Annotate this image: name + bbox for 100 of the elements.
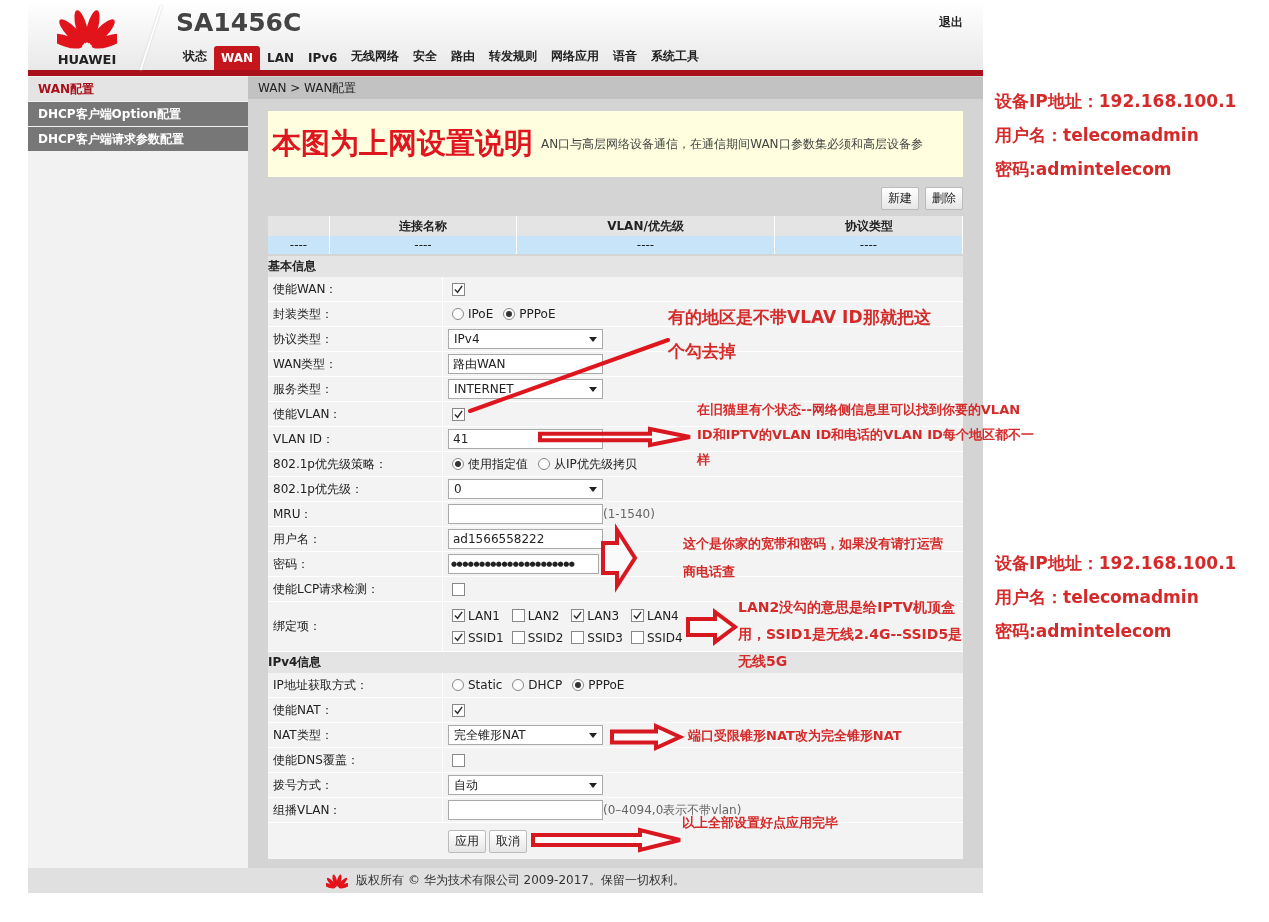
- field-label: 组播VLAN：: [273, 801, 342, 819]
- input-field[interactable]: 路由WAN: [448, 354, 603, 374]
- field-label: 服务类型：: [273, 380, 333, 398]
- checkbox[interactable]: [511, 631, 525, 644]
- field-label: 802.1p优先级策略：: [273, 455, 387, 473]
- checkbox[interactable]: [452, 753, 465, 767]
- option-label: SSID4: [646, 630, 683, 645]
- radio-button[interactable]: [452, 679, 464, 691]
- option-label: PPPoE: [588, 678, 625, 692]
- table-cell: ----: [268, 236, 330, 254]
- table-header-cell: 连接名称: [330, 216, 517, 236]
- option-label: LAN2: [527, 608, 560, 623]
- radio-button[interactable]: [503, 308, 516, 320]
- toolbar-button[interactable]: 删除: [925, 187, 963, 210]
- breadcrumb: WAN > WAN配置: [248, 77, 983, 99]
- field-label: 使能NAT：: [273, 701, 333, 719]
- input-field[interactable]: [448, 504, 603, 524]
- nav-tab[interactable]: 状态: [176, 43, 214, 70]
- table-cell: ----: [517, 236, 775, 254]
- field-label: WAN类型：: [273, 355, 338, 373]
- caret-icon: [589, 782, 597, 788]
- checkbox[interactable]: [452, 609, 465, 622]
- checkbox[interactable]: [511, 609, 525, 622]
- logo-text: HUAWEI: [57, 52, 117, 67]
- annotation-arrow: [601, 523, 638, 593]
- checkbox[interactable]: [630, 631, 644, 644]
- option-label: SSID3: [587, 630, 623, 645]
- form-button[interactable]: 应用: [448, 829, 486, 853]
- section-title: 基本信息: [268, 256, 963, 277]
- nav-tab[interactable]: 无线网络: [344, 43, 407, 70]
- logo-icon: [326, 872, 349, 889]
- hint-text: (0–4094,0表示不带vlan): [603, 801, 742, 817]
- nav-tab[interactable]: 转发规则: [482, 43, 545, 70]
- radio-button[interactable]: [452, 308, 464, 320]
- annotation-text: LAN2没勾的意思是给IPTV机顶盒用，SSID1是无线2.4G--SSID5是无线5G: [738, 598, 964, 671]
- option-label: 从IP优先级拷贝: [554, 455, 637, 473]
- nav-tab[interactable]: WAN: [214, 46, 261, 70]
- credential-text: 设备IP地址：192.168.100.1: [995, 552, 1237, 575]
- radio-button[interactable]: [538, 458, 550, 470]
- annotation-text: 有的地区是不带VLAV ID那就把这个勾去掉: [668, 306, 932, 363]
- option-label: Static: [468, 678, 503, 692]
- field-label: 802.1p优先级：: [273, 480, 363, 498]
- field-label: MRU：: [273, 505, 313, 523]
- nav-tab[interactable]: 路由: [444, 43, 483, 70]
- checkbox[interactable]: [452, 582, 465, 596]
- radio-button[interactable]: [452, 458, 464, 470]
- checkbox[interactable]: [452, 631, 465, 644]
- checkbox[interactable]: [452, 407, 465, 421]
- option-label: LAN3: [587, 608, 620, 623]
- nav-tab[interactable]: 安全: [406, 43, 445, 70]
- input-field[interactable]: 41: [448, 429, 603, 449]
- select-field[interactable]: 完全锥形NAT: [448, 725, 603, 745]
- checkbox[interactable]: [452, 282, 465, 296]
- checkbox[interactable]: [630, 609, 644, 622]
- select-field[interactable]: 自动: [448, 775, 603, 795]
- copyright-text: 版权所有 © 华为技术有限公司 2009-2017。保留一切权利。: [356, 872, 685, 889]
- option-label: 使用指定值: [468, 455, 528, 473]
- radio-button[interactable]: [572, 679, 585, 691]
- caret-icon: [589, 386, 597, 392]
- radio-button[interactable]: [512, 679, 525, 691]
- sidebar-item[interactable]: WAN配置: [28, 77, 248, 101]
- logout-link[interactable]: 退出: [939, 13, 963, 31]
- field-label: 绑定项：: [273, 618, 321, 635]
- option-label: LAN1: [468, 608, 500, 623]
- credential-text: 密码:admintelecom: [995, 158, 1173, 181]
- nav-tab[interactable]: IPv6: [301, 46, 345, 70]
- field-label: NAT类型：: [273, 726, 333, 744]
- nav-tab[interactable]: 系统工具: [644, 43, 707, 70]
- nav-tab[interactable]: 网络应用: [544, 43, 607, 70]
- annotation-arrow: [686, 608, 739, 646]
- input-field[interactable]: [448, 800, 603, 820]
- nav-tab[interactable]: LAN: [260, 46, 301, 70]
- sidebar-item[interactable]: DHCP客户端请求参数配置: [28, 127, 248, 151]
- field-label: 使能VLAN：: [273, 405, 342, 423]
- option-label: LAN4: [646, 608, 679, 623]
- select-field[interactable]: IPv4: [448, 329, 603, 349]
- select-field[interactable]: INTERNET: [448, 379, 603, 399]
- nav-tab[interactable]: 语音: [606, 43, 645, 70]
- caret-icon: [589, 732, 597, 738]
- field-label: IP地址获取方式：: [273, 676, 368, 694]
- credential-text: 用户名：telecomadmin: [995, 586, 1200, 609]
- caret-icon: [589, 336, 597, 342]
- overlay-title: 本图为上网设置说明: [272, 125, 533, 162]
- option-label: IPoE: [468, 307, 494, 321]
- hint-text: (1-1540): [603, 507, 655, 521]
- model-title: SA1456C: [176, 7, 302, 37]
- option-label: SSID2: [527, 630, 564, 645]
- input-field[interactable]: ad1566558222: [448, 529, 603, 549]
- select-field[interactable]: 0: [448, 479, 603, 499]
- checkbox[interactable]: [571, 631, 585, 644]
- toolbar-button[interactable]: 新建: [881, 187, 919, 210]
- sidebar-item[interactable]: DHCP客户端Option配置: [28, 102, 248, 126]
- annotation-text: 在旧猫里有个状态--网络侧信息里可以找到你要的VLAN ID和IPTV的VLAN ID和电话的VLAN ID每个地区都不一样: [697, 401, 1035, 469]
- form-button[interactable]: 取消: [489, 829, 527, 853]
- option-label: PPPoE: [519, 307, 556, 321]
- checkbox[interactable]: [571, 609, 585, 622]
- option-label: DHCP: [528, 678, 563, 692]
- checkbox[interactable]: [452, 703, 465, 717]
- table-header-cell: VLAN/优先级: [517, 216, 775, 236]
- table-cell: ----: [330, 236, 517, 254]
